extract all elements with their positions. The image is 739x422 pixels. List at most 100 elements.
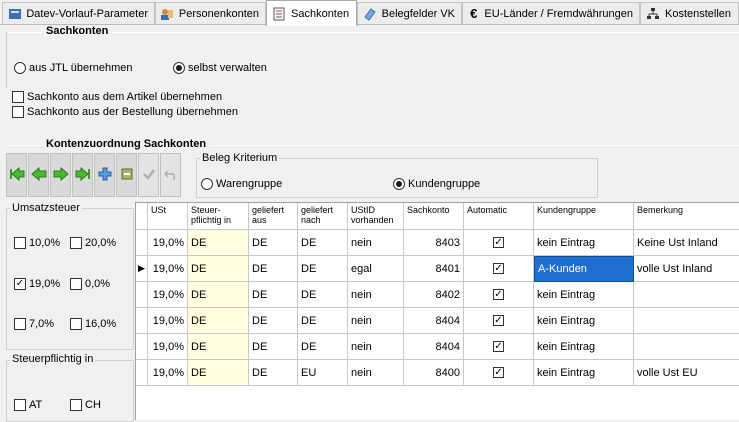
grid-cell-kgruppe[interactable]: kein Eintrag [534,334,634,360]
grid-cell-ust[interactable]: 19,0% [148,230,188,256]
grid-header-konto[interactable]: Sachkonto [404,203,464,230]
check-sachkonto-bestellung[interactable]: Sachkonto aus der Bestellung übernehmen [12,106,238,118]
last-record-button[interactable] [72,153,93,197]
grid-cell-ust[interactable]: 19,0% [148,308,188,334]
row-indicator[interactable] [136,334,148,360]
grid-cell-steuer[interactable]: DE [188,334,249,360]
add-record-button[interactable] [94,153,115,197]
grid-cell-ust[interactable]: 19,0% [148,282,188,308]
grid-cell-konto[interactable]: 8400 [404,360,464,386]
grid-cell-aus[interactable]: DE [249,360,298,386]
grid-cell-steuer[interactable]: DE [188,256,249,282]
tab-kostenstellen[interactable]: Kostenstellen [640,2,739,24]
row-indicator[interactable] [136,282,148,308]
grid-cell-auto[interactable]: ✓ [464,334,534,360]
undo-record-button[interactable] [160,153,181,197]
delete-record-button[interactable] [116,153,137,197]
grid-cell-kgruppe[interactable]: kein Eintrag [534,308,634,334]
row-indicator[interactable] [136,308,148,334]
grid-header-aus[interactable]: geliefert aus [249,203,298,230]
radio-label: aus JTL übernehmen [29,62,133,74]
grid-cell-nach[interactable]: DE [298,230,348,256]
grid-header-kgruppe[interactable]: Kundengruppe [534,203,634,230]
grid-cell-nach[interactable]: DE [298,282,348,308]
check-ust-20[interactable]: 20,0% [70,237,116,249]
row-indicator[interactable] [136,230,148,256]
radio-circle [201,178,213,190]
grid-cell-ustid[interactable]: nein [348,308,404,334]
tab-belegfelder-vk[interactable]: Belegfelder VK [357,2,462,24]
grid-cell-konto[interactable]: 8404 [404,308,464,334]
grid-header-auto[interactable]: Automatic [464,203,534,230]
grid-cell-nach[interactable]: DE [298,334,348,360]
grid-cell-bemerkung[interactable] [634,308,739,334]
grid-cell-auto[interactable]: ✓ [464,308,534,334]
check-steuer-ch[interactable]: CH [70,399,101,411]
next-record-button[interactable] [50,153,71,197]
grid-cell-auto[interactable]: ✓ [464,256,534,282]
grid-cell-nach[interactable]: DE [298,308,348,334]
umsatzsteuer-label: Umsatzsteuer [10,202,82,214]
check-ust-7[interactable]: 7,0% [14,318,54,330]
grid-cell-ustid[interactable]: nein [348,282,404,308]
grid-cell-auto[interactable]: ✓ [464,282,534,308]
radio-aus-jtl[interactable]: aus JTL übernehmen [14,62,133,74]
grid-cell-ustid[interactable]: nein [348,360,404,386]
save-record-button[interactable] [138,153,159,197]
grid-cell-steuer[interactable]: DE [188,282,249,308]
grid-cell-bemerkung[interactable]: Keine Ust Inland [634,230,739,256]
row-indicator[interactable] [136,360,148,386]
first-record-button[interactable] [6,153,27,197]
grid-cell-kgruppe[interactable]: kein Eintrag [534,230,634,256]
grid-cell-kgruppe[interactable]: A-Kunden [534,256,634,282]
grid-cell-kgruppe[interactable]: kein Eintrag [534,360,634,386]
grid-header-bemerkung[interactable]: Bemerkung [634,203,739,230]
check-sachkonto-artikel[interactable]: Sachkonto aus dem Artikel übernehmen [12,91,222,103]
tab-eu-laender[interactable]: € EU-Länder / Fremdwährungen [462,2,640,24]
grid-cell-nach[interactable]: DE [298,256,348,282]
grid-cell-steuer[interactable]: DE [188,360,249,386]
row-indicator[interactable]: ▶ [136,256,148,282]
grid-cell-bemerkung[interactable]: volle Ust EU [634,360,739,386]
check-ust-10[interactable]: 10,0% [14,237,60,249]
grid-cell-konto[interactable]: 8403 [404,230,464,256]
grid-cell-ustid[interactable]: nein [348,334,404,360]
check-steuer-at[interactable]: AT [14,399,42,411]
grid-header-steuer[interactable]: Steuer- pflichtig in [188,203,249,230]
grid-cell-bemerkung[interactable] [634,282,739,308]
grid-cell-aus[interactable]: DE [249,334,298,360]
grid-cell-steuer[interactable]: DE [188,230,249,256]
grid-cell-auto[interactable]: ✓ [464,230,534,256]
grid-cell-nach[interactable]: EU [298,360,348,386]
grid-cell-ustid[interactable]: nein [348,230,404,256]
grid-cell-ust[interactable]: 19,0% [148,256,188,282]
grid-header-ust[interactable]: USt [148,203,188,230]
tab-personenkonten[interactable]: Personenkonten [155,2,266,24]
grid-cell-kgruppe[interactable]: kein Eintrag [534,282,634,308]
grid-cell-ust[interactable]: 19,0% [148,360,188,386]
grid-cell-aus[interactable]: DE [249,308,298,334]
previous-record-button[interactable] [28,153,49,197]
check-ust-0[interactable]: 0,0% [70,278,110,290]
grid-cell-bemerkung[interactable]: volle Ust Inland [634,256,739,282]
grid-cell-aus[interactable]: DE [249,282,298,308]
grid-header-ustid[interactable]: UStID vorhanden [348,203,404,230]
grid-cell-ustid[interactable]: egal [348,256,404,282]
grid-cell-aus[interactable]: DE [249,230,298,256]
grid-header-nach[interactable]: geliefert nach [298,203,348,230]
grid-cell-auto[interactable]: ✓ [464,360,534,386]
radio-selbst-verwalten[interactable]: selbst verwalten [173,62,267,74]
grid-cell-konto[interactable]: 8404 [404,334,464,360]
tab-datev-vorlauf-parameter[interactable]: Datev-Vorlauf-Parameter [2,2,155,24]
grid-cell-ust[interactable]: 19,0% [148,334,188,360]
grid-cell-aus[interactable]: DE [249,256,298,282]
grid-cell-konto[interactable]: 8401 [404,256,464,282]
radio-warengruppe[interactable]: Warengruppe [201,178,282,190]
grid-cell-bemerkung[interactable] [634,334,739,360]
tab-sachkonten[interactable]: Sachkonten [266,0,357,26]
radio-kundengruppe[interactable]: Kundengruppe [393,178,480,190]
grid-cell-konto[interactable]: 8402 [404,282,464,308]
check-ust-16[interactable]: 16,0% [70,318,116,330]
check-ust-19[interactable]: ✓ 19,0% [14,278,60,290]
grid-cell-steuer[interactable]: DE [188,308,249,334]
